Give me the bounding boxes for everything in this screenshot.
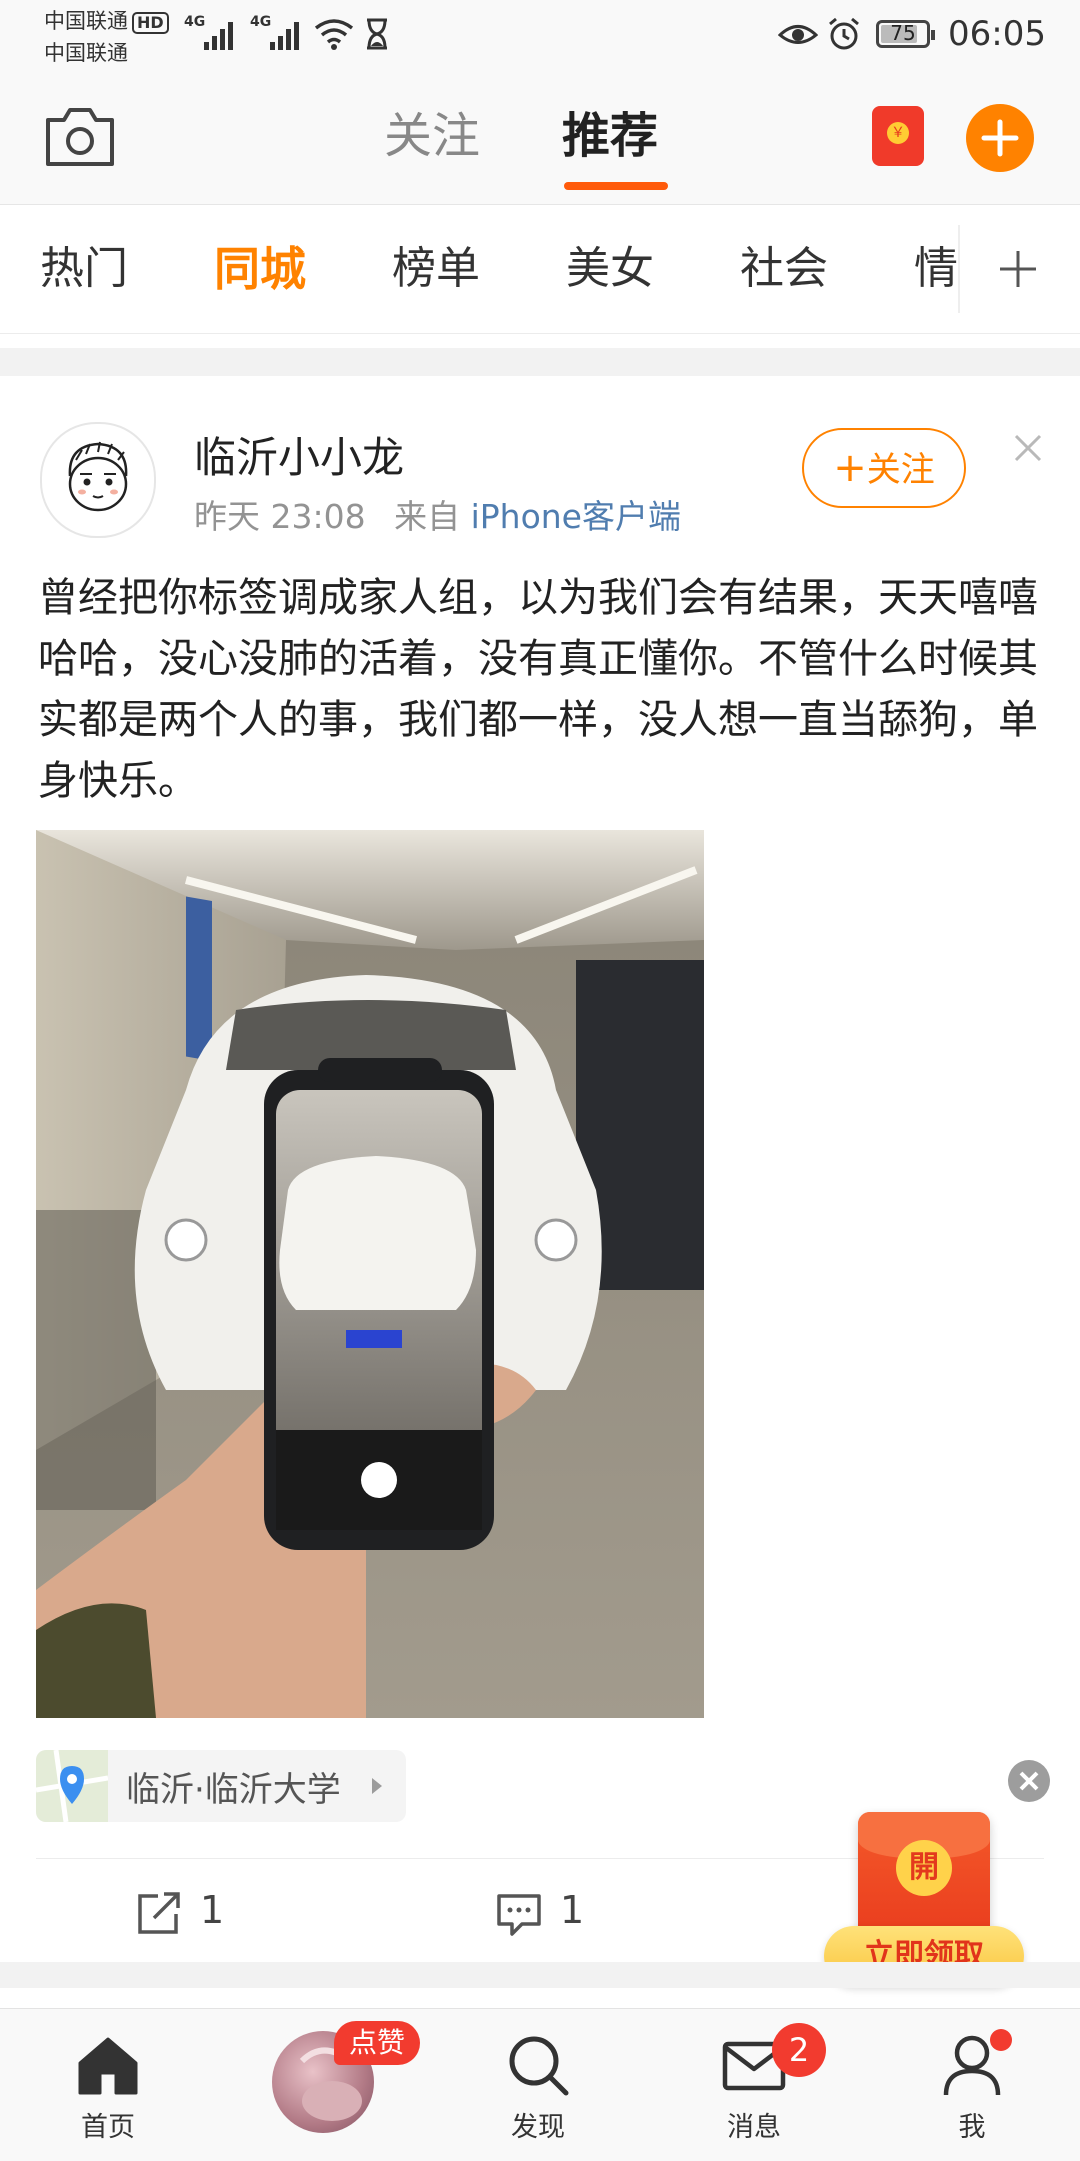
nav-home[interactable]: 首页 [48, 2029, 168, 2149]
close-icon[interactable] [1012, 432, 1044, 464]
active-tab-indicator [564, 182, 668, 190]
tab-recommend[interactable]: 推荐 [562, 106, 658, 166]
red-packet-icon[interactable]: ￥ [872, 106, 924, 166]
nav-me[interactable]: 我 [912, 2029, 1032, 2149]
post-source-prefix: 来自 [394, 497, 461, 536]
red-packet-coin: ￥ [887, 122, 909, 144]
follow-label: 关注 [866, 450, 935, 490]
network-type-1: 4G [184, 14, 206, 30]
location-name: 临沂·临沂大学 [126, 1770, 341, 1810]
camera-icon[interactable] [44, 106, 116, 168]
post-photo-illustration [36, 830, 704, 1718]
location-tag[interactable]: 临沂·临沂大学 [35, 1749, 406, 1823]
category-bar: 热门 同城 榜单 美女 社会 情 [0, 205, 1080, 333]
like-badge: 点赞 [334, 2021, 420, 2065]
category-local[interactable]: 同城 [214, 205, 306, 333]
add-category-icon[interactable] [998, 249, 1038, 289]
battery-level: 75 [890, 21, 916, 45]
plus-icon [981, 119, 1019, 157]
home-icon [78, 2037, 138, 2095]
section-gap [0, 348, 1080, 376]
category-divider [958, 225, 960, 313]
status-bar: 中国联通 HD 中国联通 4G 4G 75 06:05 [0, 0, 1080, 80]
repost-icon [138, 1892, 180, 1934]
nav-discover-label: 发现 [511, 2112, 565, 2143]
promo-open-coin: 開 [896, 1840, 952, 1896]
category-society[interactable]: 社会 [740, 205, 828, 333]
category-hot[interactable]: 热门 [40, 205, 128, 333]
post-body: 曾经把你标签调成家人组，以为我们会有结果，天天嘻嘻哈哈，没心没肺的活着，没有真正… [38, 575, 1038, 804]
category-beauty[interactable]: 美女 [566, 205, 654, 333]
battery-icon: 75 [876, 20, 935, 48]
avatar-face-icon [68, 441, 128, 512]
hourglass-icon [367, 18, 387, 50]
post-image[interactable] [36, 830, 704, 1718]
divider [0, 333, 1080, 334]
close-icon [1019, 1771, 1039, 1791]
nav-home-label: 首页 [81, 2112, 135, 2143]
category-emotion[interactable]: 情 [914, 205, 958, 333]
post-meta: 昨天 23:08 来自 iPhone客户端 [194, 490, 681, 538]
search-icon [509, 2036, 569, 2096]
post-username[interactable]: 临沂小小龙 [194, 424, 404, 485]
section-gap [0, 1962, 1080, 1988]
tab-follow[interactable]: 关注 [384, 106, 480, 166]
category-rankings[interactable]: 榜单 [392, 205, 480, 333]
hd-badge: HD [132, 12, 169, 34]
clock: 06:05 [948, 14, 1046, 54]
avatar[interactable] [40, 422, 156, 538]
follow-plus-icon: + [833, 445, 867, 491]
alarm-icon [829, 17, 859, 50]
post-source-link[interactable]: iPhone客户端 [471, 497, 681, 536]
comment-icon [497, 1894, 541, 1936]
network-type-2: 4G [250, 14, 272, 30]
compose-button[interactable] [966, 104, 1034, 172]
promo-close-button[interactable] [1008, 1760, 1050, 1802]
messages-badge: 2 [772, 2023, 826, 2077]
signal-icon [204, 22, 233, 50]
map-thumbnail [35, 1749, 109, 1823]
eye-comfort-icon [778, 25, 818, 44]
bottom-nav: 首页 点赞 发现 消息 2 我 [0, 2008, 1080, 2161]
carrier-secondary: 中国联通 [44, 41, 128, 65]
carrier-primary: 中国联通 HD [44, 8, 169, 34]
nav-discover[interactable]: 发现 [478, 2029, 598, 2149]
wifi-icon [314, 19, 354, 50]
repost-count: 1 [200, 1888, 225, 1932]
chevron-right-icon [372, 1778, 382, 1794]
comment-count: 1 [560, 1888, 585, 1932]
nav-messages-label: 消息 [727, 2112, 781, 2143]
location-pin-icon [35, 1749, 109, 1823]
signal-icon [270, 22, 299, 50]
me-notification-dot [990, 2029, 1012, 2051]
post-time: 昨天 23:08 [194, 497, 366, 536]
nav-me-label: 我 [958, 2112, 986, 2143]
top-header: 关注 推荐 ￥ [0, 80, 1080, 205]
follow-button[interactable]: +关注 [802, 428, 966, 508]
